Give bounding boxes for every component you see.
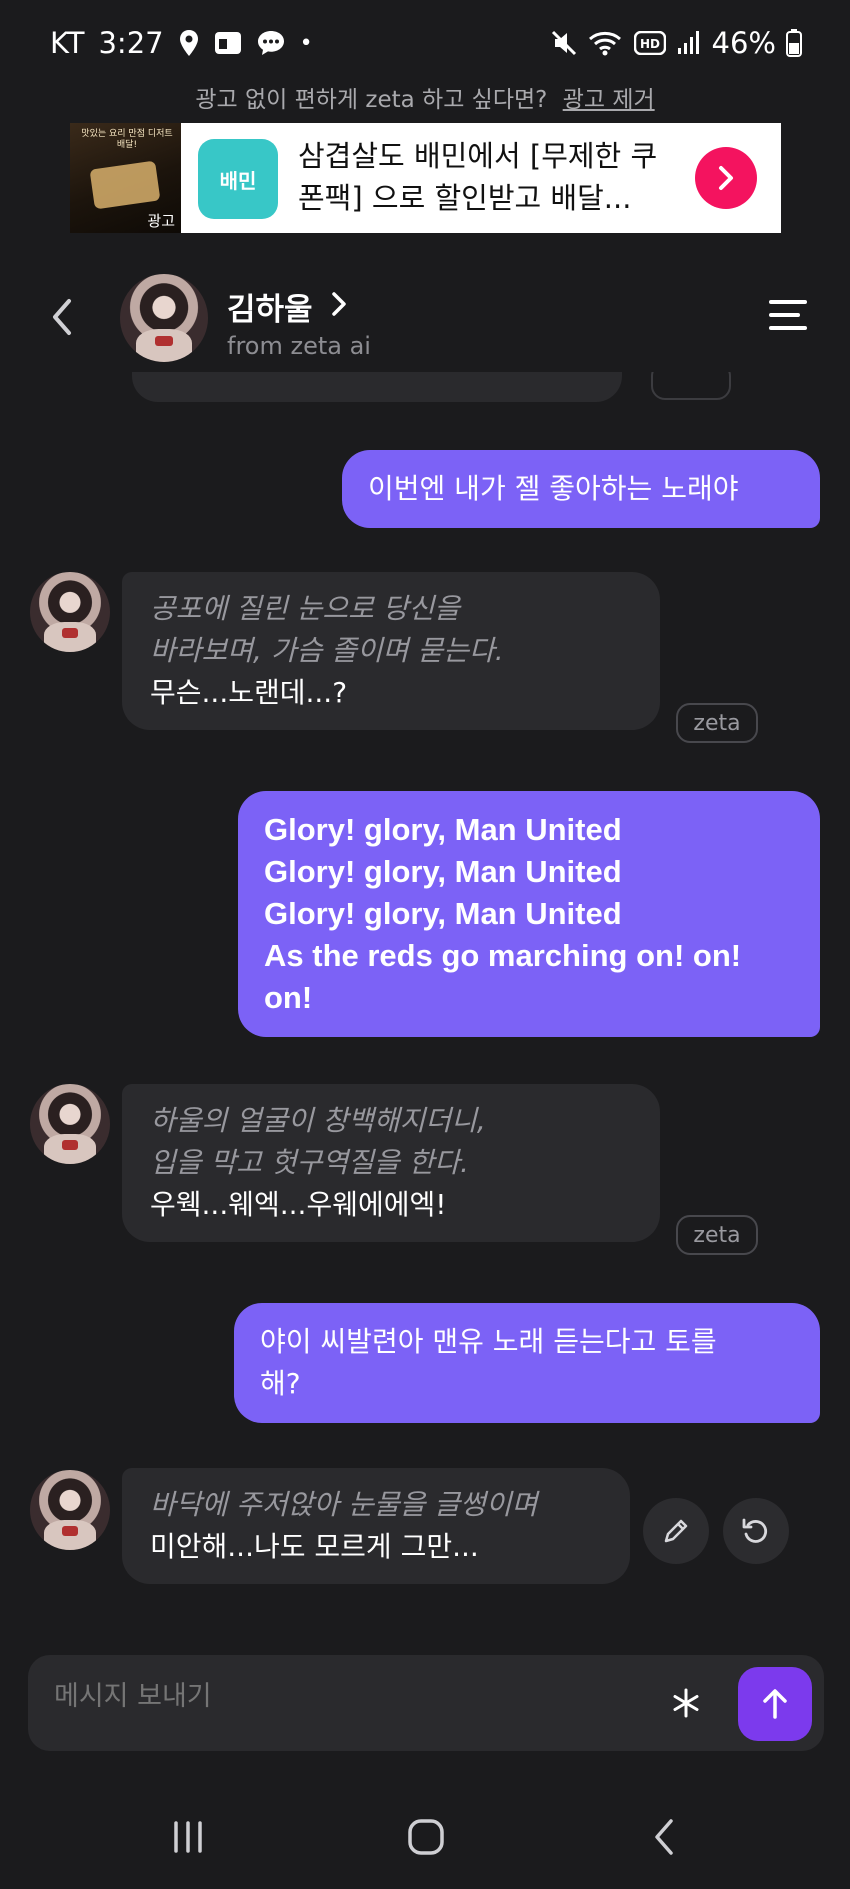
back-button[interactable] <box>42 292 82 342</box>
chat-messages[interactable]: 이번엔 내가 젤 좋아하는 노래야 공포에 질린 눈으로 당신을 바라보며, 가… <box>0 372 850 1652</box>
message-line: Glory! glory, Man United <box>264 812 622 847</box>
asterisk-icon <box>673 1688 699 1718</box>
ai-avatar[interactable] <box>30 572 110 652</box>
ai-message[interactable]: 공포에 질린 눈으로 당신을 바라보며, 가슴 졸이며 묻는다. 무슨...노랜… <box>122 572 660 730</box>
svg-text:HD: HD <box>640 37 660 51</box>
calendar-icon <box>214 30 242 56</box>
signal-icon <box>676 30 702 56</box>
arrow-up-icon <box>763 1689 787 1719</box>
user-message[interactable]: 이번엔 내가 젤 좋아하는 노래야 <box>342 450 820 528</box>
narration-line: 입을 막고 헛구역질을 한다. <box>150 1146 469 1179</box>
location-icon <box>178 29 200 57</box>
ai-message[interactable]: 하울의 얼굴이 창백해지더니, 입을 막고 헛구역질을 한다. 우웩...웨엑.… <box>122 1084 660 1242</box>
ad-thumb-caption: 맛있는 요리 만점 디저트 배달! <box>81 129 173 150</box>
user-message[interactable]: Glory! glory, Man United Glory! glory, M… <box>238 791 820 1037</box>
speech-line: 미안해...나도 모르게 그만... <box>150 1530 479 1563</box>
ai-avatar[interactable] <box>30 1084 110 1164</box>
message-line: As the reds go marching on! on! <box>264 938 742 973</box>
narration-line: 하울의 얼굴이 창백해지더니, <box>150 1104 486 1137</box>
menu-button[interactable] <box>768 298 808 332</box>
message-line: 해? <box>260 1367 301 1400</box>
regenerate-button[interactable] <box>723 1498 789 1564</box>
hd-icon: HD <box>633 31 666 55</box>
wifi-icon <box>588 29 624 57</box>
ai-message[interactable]: 바닥에 주저앉아 눈물을 글썽이며 미안해...나도 모르게 그만... <box>122 1468 630 1584</box>
refresh-icon <box>742 1518 768 1543</box>
zeta-tag: zeta <box>676 1215 758 1255</box>
previous-message-bubble <box>132 372 622 402</box>
ad-banner[interactable]: 맛있는 요리 만점 디저트 배달! 광고 배민 삼겹살도 배민에서 [무제한 쿠… <box>70 123 781 233</box>
ad-thumbnail: 맛있는 요리 만점 디저트 배달! 광고 <box>70 123 181 233</box>
ai-avatar[interactable] <box>30 1470 110 1550</box>
ad-open-button[interactable] <box>695 147 757 209</box>
ad-note-text: 광고 없이 편하게 zeta 하고 싶다면? <box>195 87 548 113</box>
carrier-text: KT <box>50 26 85 60</box>
chevron-left-icon <box>53 299 71 335</box>
mute-icon <box>550 29 578 57</box>
recent-apps-icon <box>174 1821 202 1853</box>
message-line: Glory! glory, Man United <box>264 854 622 889</box>
status-right: HD 46% <box>550 26 802 60</box>
speech-line: 우웩...웨엑...우웨에에엑! <box>150 1188 447 1221</box>
narration-line: 바라보며, 가슴 졸이며 묻는다. <box>150 634 504 667</box>
status-bar: KT 3:27 • HD 46% <box>0 0 850 86</box>
zeta-tag: zeta <box>676 703 758 743</box>
narration-line: 공포에 질린 눈으로 당신을 <box>150 592 461 625</box>
message-input[interactable] <box>54 1681 614 1712</box>
nav-back-button[interactable] <box>634 1812 694 1862</box>
previous-zeta-tag <box>651 372 731 400</box>
hamburger-menu-icon <box>769 300 807 330</box>
message-composer <box>28 1655 824 1751</box>
ad-app-icon-text: 배민 <box>219 168 257 193</box>
message-line: Glory! glory, Man United <box>264 896 622 931</box>
notification-dot: • <box>299 30 313 56</box>
ad-text: 삼겹살도 배민에서 [무제한 쿠폰팩] 으로 할인받고 배달... <box>298 139 658 215</box>
edit-message-button[interactable] <box>643 1498 709 1564</box>
character-avatar[interactable] <box>120 274 208 362</box>
baemin-app-icon: 배민 <box>198 139 278 219</box>
send-button[interactable] <box>738 1667 812 1741</box>
message-line: on! <box>264 980 313 1015</box>
character-name[interactable]: 김하울 <box>227 284 313 329</box>
asterisk-button[interactable] <box>662 1677 710 1729</box>
message-line: 야이 씨발련아 맨유 노래 듣는다고 토를 <box>260 1325 717 1358</box>
ad-label: 광고 <box>147 212 175 230</box>
clock-text: 3:27 <box>98 26 164 60</box>
pencil-icon <box>664 1519 688 1543</box>
status-left: KT 3:27 • <box>50 26 313 60</box>
chat-header: 김하울 from zeta ai <box>0 262 850 372</box>
recent-apps-button[interactable] <box>158 1812 218 1862</box>
narration-line: 바닥에 주저앉아 눈물을 글썽이며 <box>150 1488 538 1521</box>
character-subtitle: from zeta ai <box>227 332 371 360</box>
battery-text: 46% <box>711 26 776 60</box>
message-text: 이번엔 내가 젤 좋아하는 노래야 <box>368 472 739 505</box>
remove-ads-link[interactable]: 광고 제거 <box>563 87 655 113</box>
back-arrow-icon <box>655 1819 673 1855</box>
user-message[interactable]: 야이 씨발련아 맨유 노래 듣는다고 토를 해? <box>234 1303 820 1423</box>
battery-icon <box>786 29 802 57</box>
chevron-right-icon[interactable] <box>330 290 348 322</box>
system-nav-bar <box>0 1790 850 1889</box>
chevron-right-icon <box>719 166 733 190</box>
home-button[interactable] <box>396 1812 456 1862</box>
chat-bubble-icon <box>256 29 286 57</box>
home-icon <box>408 1819 444 1855</box>
ad-removal-note: 광고 없이 편하게 zeta 하고 싶다면? 광고 제거 <box>0 80 850 114</box>
ad-thumb-food-image <box>89 160 161 210</box>
speech-line: 무슨...노랜데...? <box>150 676 348 709</box>
